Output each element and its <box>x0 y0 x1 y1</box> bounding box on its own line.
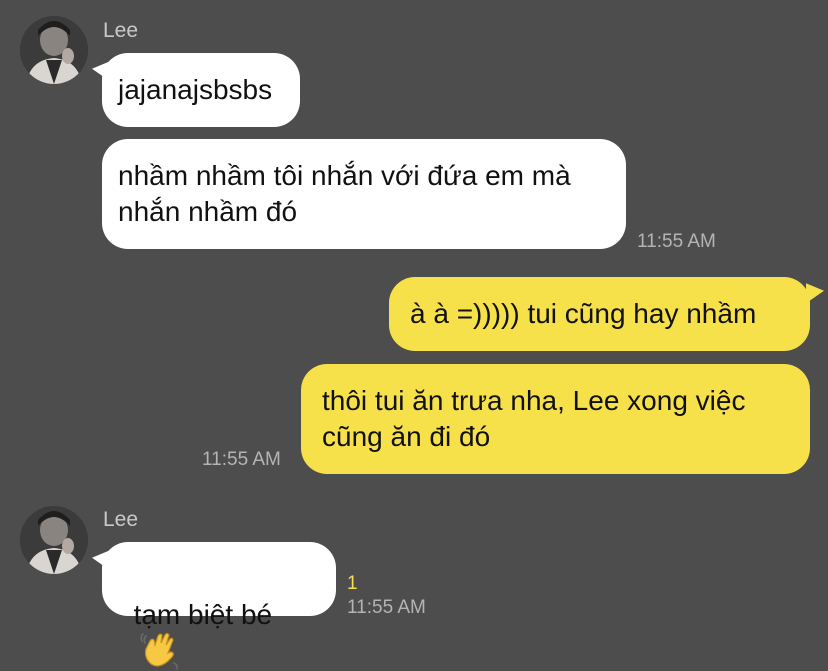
message-timestamp: 11:55 AM <box>637 231 716 252</box>
outgoing-message-bubble[interactable]: thôi tui ăn trưa nha, Lee xong việc cũng… <box>301 364 810 474</box>
sender-avatar[interactable] <box>20 506 88 574</box>
profile-photo-icon <box>20 506 88 574</box>
outgoing-message-bubble[interactable]: à à =))))) tui cũng hay nhầm <box>389 277 810 351</box>
incoming-message-bubble[interactable]: tạm biệt bé <box>102 542 336 670</box>
bubble-tail <box>806 276 824 304</box>
unread-count: 1 <box>347 573 358 594</box>
sender-name: Lee <box>103 508 139 531</box>
sender-avatar[interactable] <box>20 16 88 84</box>
incoming-message-bubble[interactable]: jajanajsbsbs <box>102 53 300 127</box>
sender-name: Lee <box>103 19 139 42</box>
incoming-message-bubble[interactable]: nhầm nhầm tôi nhắn với đứa em mà nhắn nh… <box>102 139 626 249</box>
profile-photo-icon <box>20 16 88 84</box>
message-timestamp: 11:55 AM <box>347 597 426 618</box>
message-text: tạm biệt bé <box>133 599 273 630</box>
message-timestamp: 11:55 AM <box>202 449 281 470</box>
